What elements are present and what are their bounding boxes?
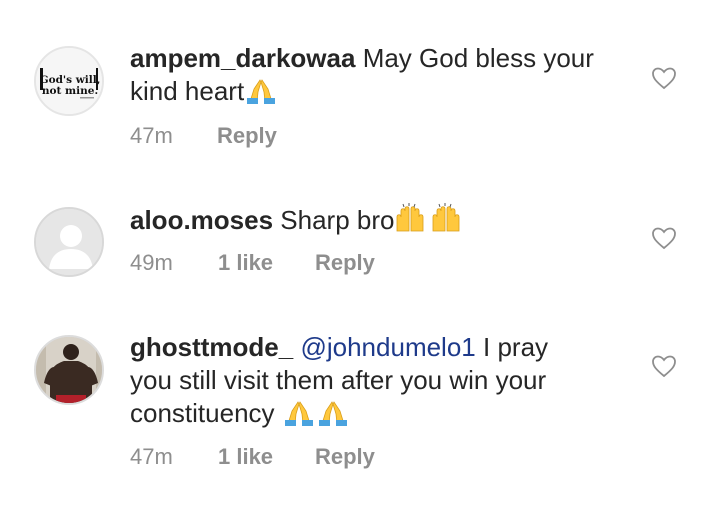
comment-body-line1: May God bless your xyxy=(362,43,594,73)
avatar-image: God's will, not mine. xyxy=(36,48,102,114)
comment-body: Sharp bro xyxy=(280,205,395,235)
timestamp: 47m xyxy=(130,123,173,148)
avatar[interactable] xyxy=(34,207,104,277)
heart-icon[interactable] xyxy=(651,66,677,90)
avatar[interactable]: God's will, not mine. xyxy=(34,46,104,116)
comment-body-line1: I pray xyxy=(483,332,549,362)
username[interactable]: aloo.moses xyxy=(130,205,273,235)
comment-body-line2: kind heart xyxy=(130,76,245,106)
mention-link[interactable]: @johndumelo1 xyxy=(300,332,475,362)
reply-button[interactable]: Reply xyxy=(315,248,375,278)
avatar-image xyxy=(36,337,102,403)
comment-text: ampem_darkowaa May God bless your kind h… xyxy=(130,42,630,112)
heart-icon[interactable] xyxy=(651,226,677,250)
timestamp: 47m xyxy=(130,444,173,469)
comment-text: aloo.moses Sharp bro xyxy=(130,203,630,241)
likes-count[interactable]: 1 like xyxy=(218,248,273,278)
comment-body-line3: constituency xyxy=(130,398,275,428)
avatar-text-line2: not mine. xyxy=(42,85,98,97)
folded-hands-emoji xyxy=(244,76,278,112)
reply-button[interactable]: Reply xyxy=(315,442,375,472)
comment-text: ghosttmode_ @johndumelo1 I pray you stil… xyxy=(130,331,630,434)
reply-button[interactable]: Reply xyxy=(217,121,277,151)
username[interactable]: ampem_darkowaa xyxy=(130,43,355,73)
default-avatar-icon xyxy=(36,209,102,275)
likes-count[interactable]: 1 like xyxy=(218,442,273,472)
avatar[interactable] xyxy=(34,335,104,405)
folded-hands-emoji xyxy=(282,398,350,434)
comment-body-line2: you still visit them after you win your xyxy=(130,365,547,395)
heart-icon[interactable] xyxy=(651,354,677,378)
timestamp: 49m xyxy=(130,250,173,275)
username[interactable]: ghosttmode_ xyxy=(130,332,293,362)
raising-hands-emoji xyxy=(394,203,464,241)
